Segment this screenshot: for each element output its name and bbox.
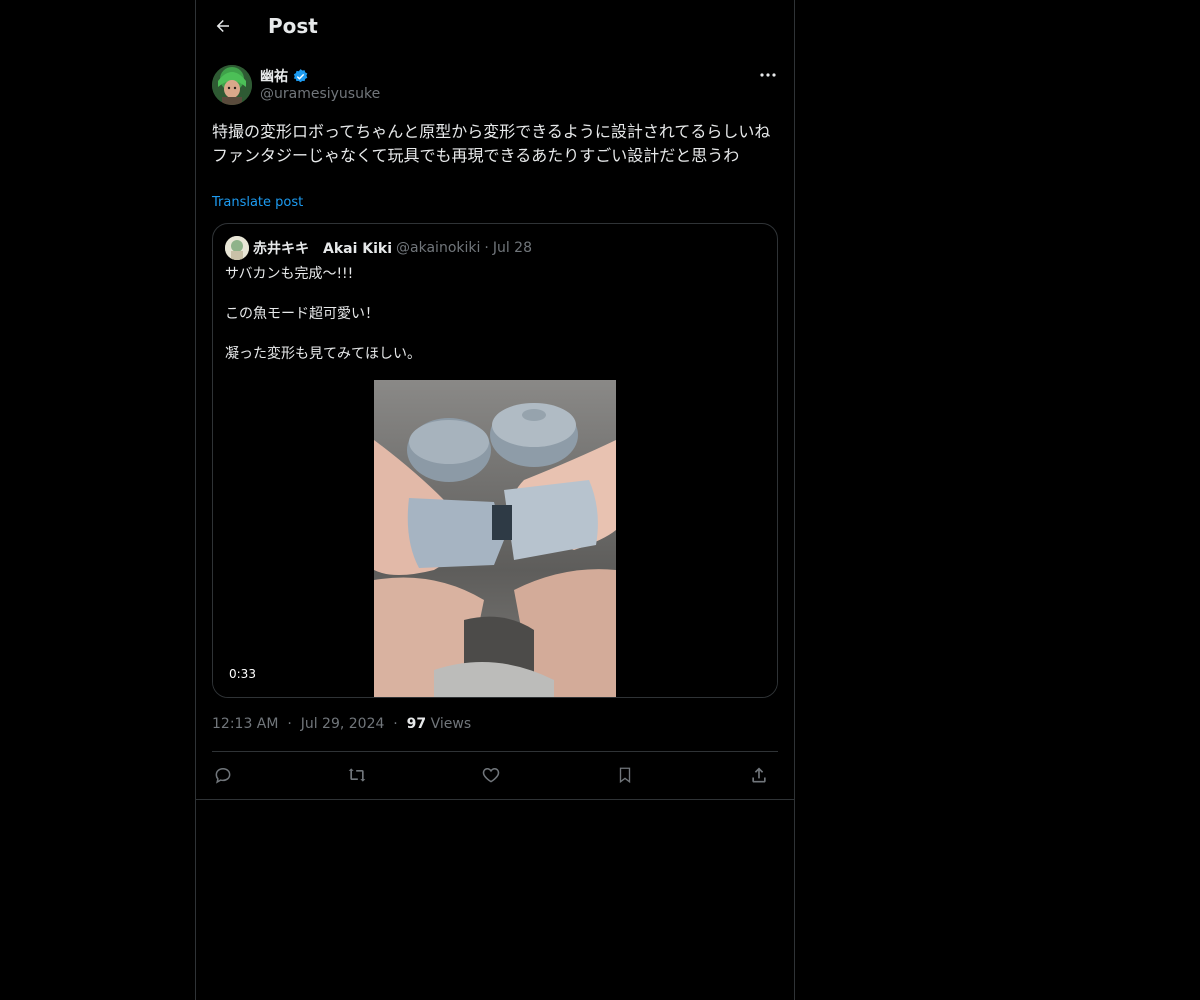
quoted-post-header: 赤井キキ Akai Kiki @akainokiki · Jul 28 bbox=[225, 236, 532, 260]
quoted-line: 凝った変形も見てみてほしい。 bbox=[225, 346, 421, 362]
separator-dot: · bbox=[282, 716, 297, 732]
reply-button[interactable] bbox=[212, 764, 234, 786]
quoted-line: この魚モード超可愛い！ bbox=[225, 306, 379, 322]
like-icon bbox=[482, 767, 500, 783]
more-icon bbox=[760, 73, 776, 77]
video-player[interactable]: 0:33 bbox=[213, 380, 777, 697]
divider bbox=[196, 799, 794, 800]
author-name[interactable]: 幽祐 bbox=[260, 66, 288, 86]
quoted-author-handle: @akainokiki bbox=[396, 240, 481, 256]
author-name-row[interactable]: 幽祐 bbox=[260, 66, 309, 86]
video-thumbnail[interactable] bbox=[374, 380, 616, 697]
action-bar bbox=[212, 760, 778, 790]
share-icon bbox=[752, 767, 766, 783]
share-button[interactable] bbox=[748, 764, 770, 786]
views-label: Views bbox=[430, 716, 472, 732]
author-handle[interactable]: @uramesiyusuke bbox=[260, 86, 380, 102]
post-date[interactable]: Jul 29, 2024 bbox=[301, 716, 385, 732]
repost-button[interactable] bbox=[346, 764, 368, 786]
quoted-avatar bbox=[225, 236, 249, 260]
like-button[interactable] bbox=[480, 764, 502, 786]
post-time[interactable]: 12:13 AM bbox=[212, 716, 278, 732]
post-column: Post 幽祐 @uramesiyusuke 特撮の変形ロボってちゃんと原型から… bbox=[195, 0, 795, 1000]
separator-dot: · bbox=[484, 240, 489, 256]
views-count: 97 bbox=[406, 716, 427, 732]
post-metadata: 12:13 AM · Jul 29, 2024 · 97 Views bbox=[212, 716, 471, 732]
quoted-author-name: 赤井キキ Akai Kiki bbox=[253, 241, 393, 257]
bookmark-icon bbox=[619, 767, 631, 784]
post-text: 特撮の変形ロボってちゃんと原型から変形できるように設計されてるらしいね ファンタ… bbox=[212, 122, 771, 165]
translate-post-link[interactable]: Translate post bbox=[212, 195, 303, 210]
reply-icon bbox=[215, 767, 231, 784]
verified-badge-icon bbox=[292, 68, 309, 85]
quoted-post-text: サバカンも完成〜!!! この魚モード超可愛い！ 凝った変形も見てみてほしい。 bbox=[225, 264, 765, 384]
page-title: Post bbox=[268, 14, 318, 38]
repost-icon bbox=[348, 768, 366, 782]
divider bbox=[212, 751, 778, 752]
quoted-post-date: Jul 28 bbox=[492, 240, 532, 256]
separator-dot: · bbox=[388, 716, 403, 732]
page-header: Post bbox=[196, 0, 794, 53]
avatar[interactable] bbox=[212, 65, 252, 105]
quoted-line: サバカンも完成〜!!! bbox=[225, 266, 354, 282]
video-duration: 0:33 bbox=[225, 666, 260, 682]
bookmark-button[interactable] bbox=[614, 764, 636, 786]
more-options-button[interactable] bbox=[756, 64, 780, 86]
quoted-post[interactable]: 赤井キキ Akai Kiki @akainokiki · Jul 28 サバカン… bbox=[212, 223, 778, 698]
back-button[interactable] bbox=[208, 11, 238, 41]
arrow-left-icon bbox=[216, 20, 229, 32]
